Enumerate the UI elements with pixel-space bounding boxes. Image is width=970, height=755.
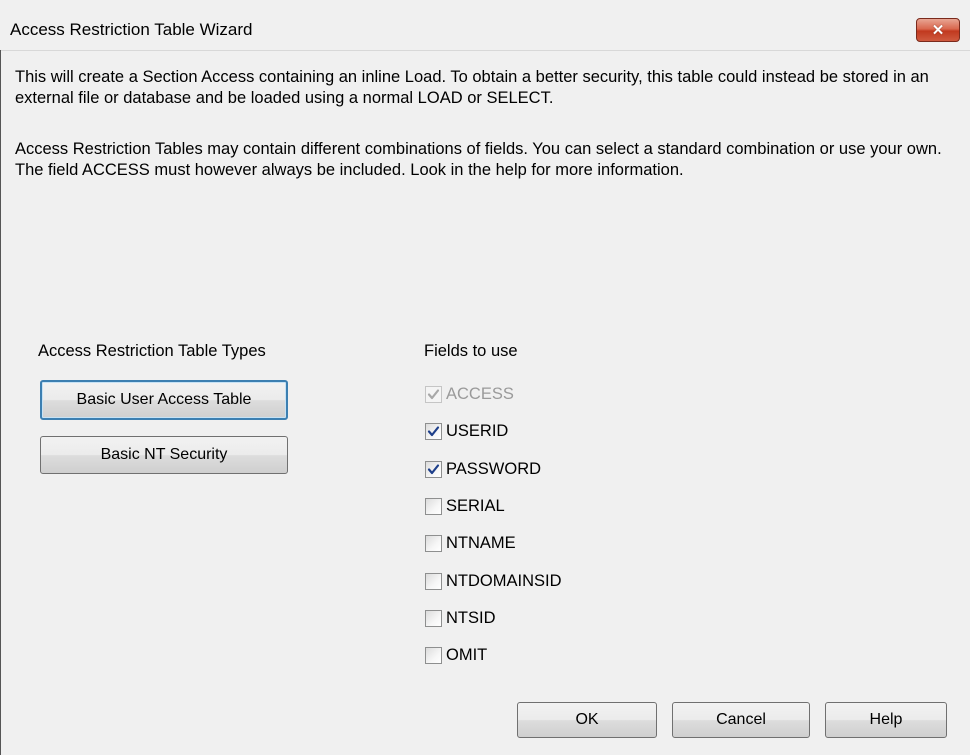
field-checkbox-ntname[interactable]: NTNAME	[425, 532, 516, 554]
field-checkbox-userid[interactable]: USERID	[425, 420, 508, 442]
checkbox[interactable]	[425, 422, 442, 440]
basic-nt-security-button[interactable]: Basic NT Security	[40, 436, 288, 474]
intro-paragraph-1: This will create a Section Access contai…	[15, 68, 929, 107]
basic-user-access-table-button[interactable]: Basic User Access Table	[40, 380, 288, 420]
checkbox[interactable]	[425, 460, 442, 478]
checkbox[interactable]	[425, 497, 442, 515]
field-checkbox-password[interactable]: PASSWORD	[425, 458, 541, 480]
help-button[interactable]: Help	[825, 702, 947, 738]
close-icon: ✕	[931, 22, 945, 39]
check-icon	[427, 463, 440, 474]
field-checkbox-ntdomainsid[interactable]: NTDOMAINSID	[425, 570, 562, 592]
checkbox-label: PASSWORD	[446, 459, 542, 478]
check-icon	[427, 425, 440, 436]
window-title: Access Restriction Table Wizard	[10, 20, 253, 39]
checkbox[interactable]	[425, 572, 442, 590]
table-types-label: Access Restriction Table Types	[38, 342, 266, 360]
field-checkbox-ntsid[interactable]: NTSID	[425, 607, 496, 629]
checkbox-label: ACCESS	[446, 384, 514, 403]
window-border	[0, 50, 1, 755]
checkbox	[425, 385, 442, 403]
checkbox-label: NTSID	[446, 608, 496, 627]
ok-button[interactable]: OK	[517, 702, 657, 738]
field-checkbox-serial[interactable]: SERIAL	[425, 495, 505, 517]
check-icon	[427, 388, 440, 399]
field-checkbox-access: ACCESS	[425, 383, 514, 405]
checkbox[interactable]	[425, 609, 442, 627]
title-bar: Access Restriction Table Wizard ✕	[0, 0, 970, 51]
close-button[interactable]: ✕	[916, 18, 960, 42]
intro-paragraph-2: Access Restriction Tables may contain di…	[15, 140, 942, 179]
cancel-button[interactable]: Cancel	[672, 702, 810, 738]
checkbox-label: USERID	[446, 421, 509, 440]
field-checkbox-omit[interactable]: OMIT	[425, 644, 487, 666]
checkbox[interactable]	[425, 534, 442, 552]
fields-to-use-label: Fields to use	[424, 342, 518, 360]
checkbox[interactable]	[425, 646, 442, 664]
checkbox-label: SERIAL	[446, 496, 505, 515]
checkbox-label: NTDOMAINSID	[446, 571, 562, 590]
checkbox-label: OMIT	[446, 645, 488, 664]
checkbox-label: NTNAME	[446, 533, 516, 552]
